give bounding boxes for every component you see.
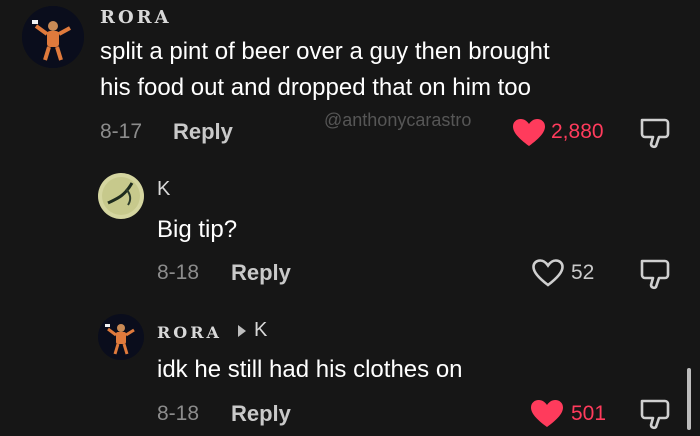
reply-button[interactable]: Reply [231,260,291,286]
dislike-icon [640,259,670,290]
watermark: @anthonycarastro [324,110,472,130]
comment-username[interactable]: RORA [157,323,222,342]
avatar-image [22,6,84,68]
like-button[interactable] [530,399,566,429]
comment-username[interactable]: K [157,178,170,201]
comment-text: Big tip? [157,216,238,243]
dislike-button[interactable] [638,116,674,150]
reply-to-username[interactable]: K [254,319,267,342]
comment-date: 8-18 [157,261,200,284]
heart-icon [532,259,564,287]
reply-button[interactable]: Reply [231,401,291,427]
reply-button[interactable]: Reply [173,119,233,145]
heart-icon [531,400,563,427]
comment-username[interactable]: RORA [100,7,172,28]
dislike-icon [640,118,670,149]
avatar[interactable] [22,6,84,68]
heart-icon [513,119,545,146]
comment-text-line-2: his food out and dropped that on him too [100,74,531,101]
comment-date: 8-17 [100,120,143,143]
comment-text-line-1: split a pint of beer over a guy then bro… [100,38,550,65]
avatar-image [98,314,144,360]
avatar-image [98,173,144,219]
dislike-button[interactable] [638,257,674,291]
like-count: 2,880 [551,120,604,143]
dislike-icon [640,399,670,430]
comment-date: 8-18 [157,402,200,425]
like-count: 52 [571,261,595,284]
dislike-button[interactable] [638,397,674,431]
avatar[interactable] [98,314,144,360]
scrollbar[interactable] [687,368,691,430]
avatar[interactable] [98,173,144,219]
like-button[interactable] [531,258,567,288]
like-count: 501 [571,402,607,425]
comment-text: idk he still had his clothes on [157,356,463,383]
like-button[interactable] [512,118,548,148]
reply-arrow-icon [237,324,247,338]
